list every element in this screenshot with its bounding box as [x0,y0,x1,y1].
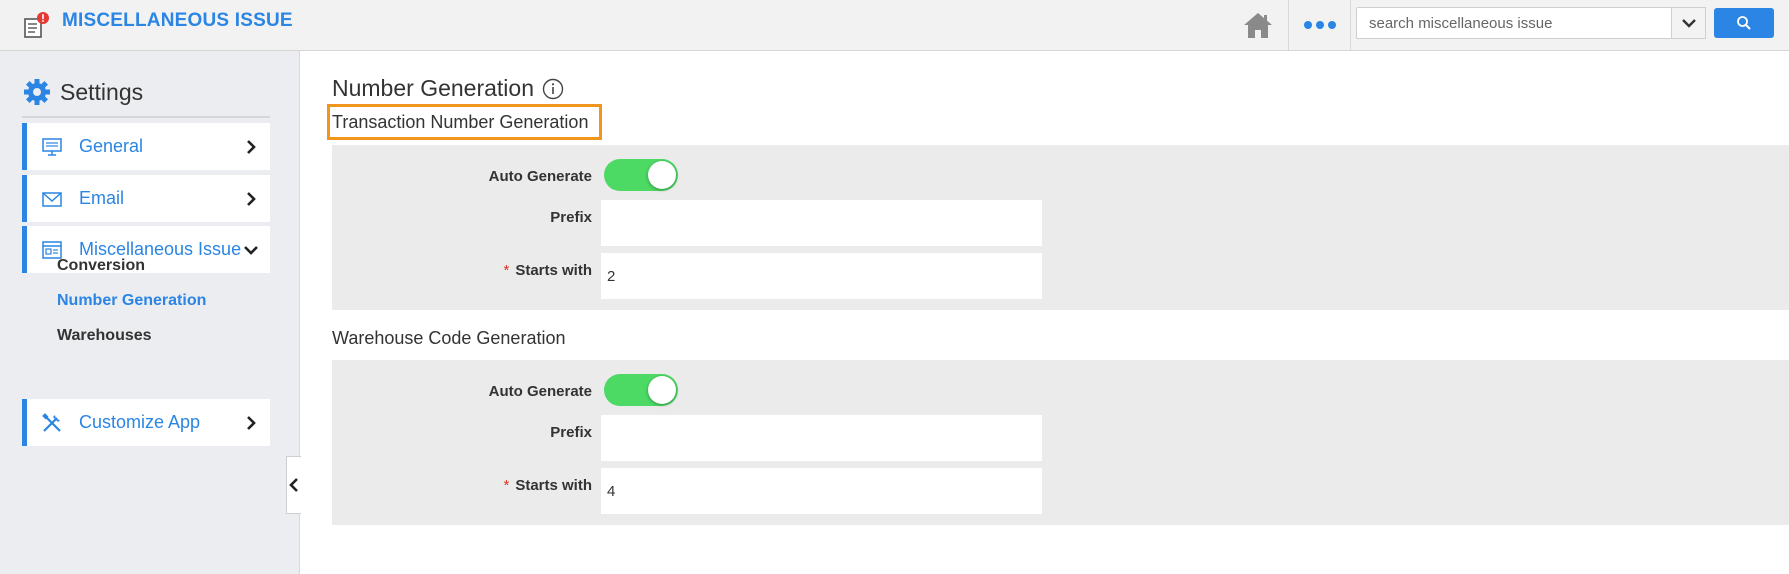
more-dots-icon [1303,21,1312,29]
sidebar-item-general[interactable]: General [22,123,270,170]
sidebar-item-label: General [79,136,144,156]
starts-with-input[interactable] [601,253,1042,299]
sidebar-item-label: Email [79,188,125,208]
sidebar-item-customize-app[interactable]: Customize App [22,399,270,446]
chevron-down-icon [1681,19,1696,28]
home-button[interactable] [1240,8,1276,42]
auto-generate-label: Auto Generate [488,383,592,400]
receipt-alert-icon [24,12,49,38]
settings-title: Settings [60,78,144,105]
tools-icon [42,412,61,432]
warehouse-code-panel: Auto Generate Prefix * Starts with [332,360,1789,525]
auto-generate-toggle[interactable] [604,374,678,406]
chevron-left-icon [289,478,298,492]
sidebar-item-label: Customize App [79,412,201,432]
prefix-input[interactable] [601,200,1042,246]
search-button[interactable] [1714,8,1774,38]
auto-generate-toggle[interactable] [604,159,678,191]
chevron-right-icon [247,191,256,206]
prefix-label: Prefix [550,424,592,441]
subitem-number-generation[interactable]: Number Generation [57,292,206,310]
auto-generate-label: Auto Generate [488,168,592,185]
more-options-button[interactable] [1288,0,1351,50]
subitem-conversion[interactable]: Conversion [57,257,145,275]
starts-with-label: * Starts with [332,262,592,279]
chevron-right-icon [247,415,256,430]
collapse-sidebar-button[interactable] [286,456,301,514]
chevron-down-icon [244,245,258,255]
required-asterisk: * [503,477,510,494]
page-title-text: Number Generation [332,75,534,101]
starts-with-label-text: Starts with [515,262,592,279]
toggle-knob [648,376,676,404]
sidebar-item-email[interactable]: Email [22,175,270,222]
transaction-number-panel: Auto Generate Prefix * Starts with [332,145,1789,310]
toggle-knob [648,161,676,189]
info-icon[interactable] [542,78,564,100]
app-title: MISCELLANEOUS ISSUE [62,10,293,31]
more-dot [1327,21,1336,29]
prefix-input[interactable] [601,415,1042,461]
starts-with-label: * Starts with [332,477,592,494]
home-icon [1244,13,1272,38]
monitor-icon [42,137,62,156]
search-icon [1737,16,1751,30]
page-title: Number Generation [332,75,564,102]
chevron-right-icon [247,139,256,154]
gear-icon [24,79,50,105]
settings-header: Settings [22,77,270,118]
search-dropdown-button[interactable] [1671,7,1706,39]
starts-with-label-text: Starts with [515,477,592,494]
section-title-transaction: Transaction Number Generation [332,112,589,132]
required-asterisk: * [503,262,510,279]
settings-sidebar: Settings General Email Miscellaneous Iss… [0,51,301,574]
starts-with-input[interactable] [601,468,1042,514]
search-input[interactable] [1356,7,1672,39]
section-title-warehouse: Warehouse Code Generation [332,328,566,348]
prefix-label: Prefix [550,209,592,226]
subitem-warehouses[interactable]: Warehouses [57,327,152,345]
more-dot [1315,21,1324,29]
envelope-icon [42,191,62,207]
top-bar: MISCELLANEOUS ISSUE [0,0,1789,51]
